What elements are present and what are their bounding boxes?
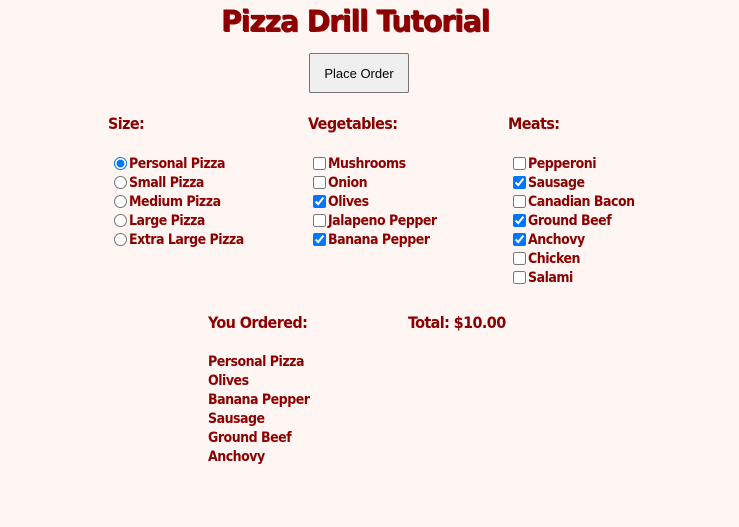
vegetables-header: Vegetables: — [308, 114, 398, 133]
size-option[interactable]: Extra Large Pizza — [114, 230, 244, 249]
vegetable-option[interactable]: Olives — [313, 192, 437, 211]
size-radio-small[interactable] — [114, 176, 127, 189]
vegetable-option-label: Jalapeno Pepper — [328, 212, 437, 229]
size-option[interactable]: Small Pizza — [114, 173, 244, 192]
vegetable-option-label: Banana Pepper — [328, 231, 430, 248]
vegetable-option[interactable]: Onion — [313, 173, 437, 192]
vegetable-option-label: Olives — [328, 193, 369, 210]
vegetable-checkbox-banana-pepper[interactable] — [313, 233, 326, 246]
size-option-label: Extra Large Pizza — [129, 231, 244, 248]
size-header: Size: — [108, 114, 145, 133]
size-option[interactable]: Large Pizza — [114, 211, 244, 230]
meat-option[interactable]: Sausage — [513, 173, 635, 192]
meat-option-label: Pepperoni — [528, 155, 597, 172]
vegetable-option-label: Onion — [328, 174, 368, 191]
meat-option[interactable]: Salami — [513, 268, 635, 287]
size-radio-medium[interactable] — [114, 195, 127, 208]
meats-header: Meats: — [508, 114, 560, 133]
meat-option[interactable]: Ground Beef — [513, 211, 635, 230]
size-option[interactable]: Medium Pizza — [114, 192, 244, 211]
vegetable-checkbox-jalapeno-pepper[interactable] — [313, 214, 326, 227]
size-option-label: Personal Pizza — [129, 155, 226, 172]
ordered-items-list: Personal Pizza Olives Banana Pepper Saus… — [208, 353, 310, 467]
you-ordered-header: You Ordered: — [208, 313, 308, 332]
size-option-label: Medium Pizza — [129, 193, 221, 210]
ordered-item: Personal Pizza — [208, 354, 305, 370]
size-radio-extra-large[interactable] — [114, 233, 127, 246]
ordered-item: Olives — [208, 373, 249, 389]
meat-checkbox-chicken[interactable] — [513, 252, 526, 265]
meat-option-label: Sausage — [528, 174, 585, 191]
size-option[interactable]: Personal Pizza — [114, 154, 244, 173]
meat-checkbox-sausage[interactable] — [513, 176, 526, 189]
vegetable-checkbox-mushrooms[interactable] — [313, 157, 326, 170]
ordered-item: Ground Beef — [208, 430, 292, 446]
size-radio-large[interactable] — [114, 214, 127, 227]
vegetable-option[interactable]: Banana Pepper — [313, 230, 437, 249]
meat-option-label: Canadian Bacon — [528, 193, 635, 210]
meat-checkbox-canadian-bacon[interactable] — [513, 195, 526, 208]
meat-checkbox-pepperoni[interactable] — [513, 157, 526, 170]
meat-option-label: Anchovy — [528, 231, 585, 248]
vegetable-checkbox-olives[interactable] — [313, 195, 326, 208]
place-order-button[interactable]: Place Order — [309, 53, 409, 93]
vegetable-checkbox-onion[interactable] — [313, 176, 326, 189]
size-option-label: Large Pizza — [129, 212, 205, 229]
vegetable-option[interactable]: Jalapeno Pepper — [313, 211, 437, 230]
vegetable-option-label: Mushrooms — [328, 155, 406, 172]
meat-checkbox-ground-beef[interactable] — [513, 214, 526, 227]
ordered-item: Sausage — [208, 411, 265, 427]
page-title: Pizza Drill Tutorial — [220, 4, 490, 38]
meat-option-label: Ground Beef — [528, 212, 612, 229]
meat-checkbox-anchovy[interactable] — [513, 233, 526, 246]
vegetable-option[interactable]: Mushrooms — [313, 154, 437, 173]
size-options: Personal Pizza Small Pizza Medium Pizza … — [114, 154, 244, 249]
ordered-item: Anchovy — [208, 449, 265, 465]
size-option-label: Small Pizza — [129, 174, 204, 191]
meat-option[interactable]: Anchovy — [513, 230, 635, 249]
vegetable-options: Mushrooms Onion Olives Jalapeno Pepper B… — [313, 154, 437, 249]
meat-option-label: Salami — [528, 269, 573, 286]
size-radio-personal[interactable] — [114, 157, 127, 170]
meat-option-label: Chicken — [528, 250, 581, 267]
meat-option[interactable]: Canadian Bacon — [513, 192, 635, 211]
meat-checkbox-salami[interactable] — [513, 271, 526, 284]
meat-option[interactable]: Pepperoni — [513, 154, 635, 173]
order-total: Total: $10.00 — [408, 313, 506, 332]
ordered-item: Banana Pepper — [208, 392, 310, 408]
meat-options: Pepperoni Sausage Canadian Bacon Ground … — [513, 154, 635, 287]
meat-option[interactable]: Chicken — [513, 249, 635, 268]
